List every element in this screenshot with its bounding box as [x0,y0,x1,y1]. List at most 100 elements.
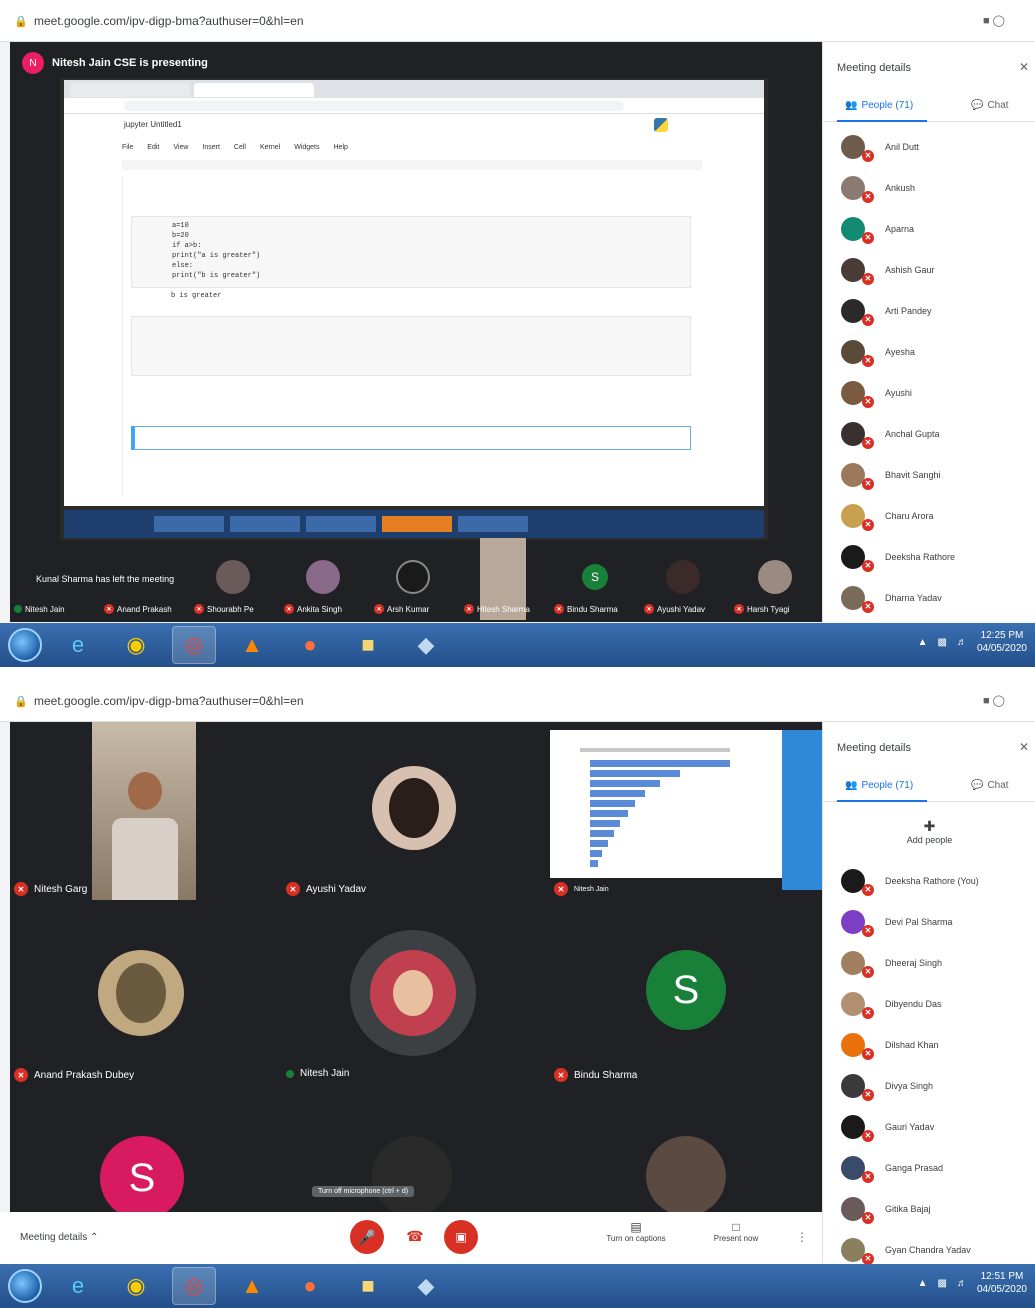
address-bar[interactable]: 🔒 meet.google.com/ipv-digp-bma?authuser=… [0,680,1035,722]
clock[interactable]: 12:25 PM 04/05/2020 [977,629,1027,655]
code-cell-1[interactable]: a=10 b=20 if a>b: print("a is greater") … [131,216,691,288]
url-text: meet.google.com/ipv-digp-bma?authuser=0&… [34,693,304,708]
mic-off-icon: ✕ [862,1211,874,1224]
firefox-icon[interactable]: ● [288,626,332,664]
tab-people[interactable]: 👥 People (71) [845,780,913,791]
system-tray: ▲ ▩ ♬ 12:25 PM 04/05/2020 [918,629,1027,655]
avatar-tile-7: S [100,1136,184,1220]
participant-row[interactable]: ✕ Deeksha Rathore (You) [823,860,1035,901]
ie-icon[interactable]: e [56,1267,100,1305]
camera-off-button[interactable]: ▣ [444,1220,478,1254]
present-icon: □ [732,1220,740,1234]
participant-row[interactable]: ✕ Arti Pandey [823,290,1035,331]
participant-row[interactable]: ✕ Dharna Yadav [823,577,1035,618]
strip-avatar-3 [396,560,430,594]
close-icon[interactable]: ✕ [1019,740,1029,754]
code-cell-active[interactable] [131,426,691,450]
tab-chat[interactable]: 💬 Chat [971,100,1009,111]
tray-volume-icon[interactable]: ♬ [957,637,967,648]
start-button[interactable] [8,628,42,662]
participant-row[interactable]: ✕ Charu Arora [823,495,1035,536]
mic-off-icon: ✕ [862,436,874,449]
present-now-button[interactable]: □ Present now [696,1220,776,1243]
participant-row[interactable]: ✕ Ankush [823,167,1035,208]
menu-edit[interactable]: Edit [147,144,159,151]
chrome-icon[interactable]: ◎ [172,626,216,664]
tray-network-icon[interactable]: ▩ [937,1278,946,1289]
firefox-icon[interactable]: ● [288,1267,332,1305]
panel-title: Meeting details [837,742,911,754]
menu-file[interactable]: File [122,144,133,151]
meet-grid: ✕ Nitesh Garg ✕ Ayushi Yadav ✕ Nitesh Ja… [10,722,822,1220]
presenting-banner: N Nitesh Jain CSE is presenting [22,52,208,74]
folder-icon[interactable]: ■ [346,1267,390,1305]
participant-row[interactable]: ✕ Ayesha [823,331,1035,372]
participant-name: Dheeraj Singh [885,957,943,968]
mic-off-icon: ✕ [862,1129,874,1142]
meeting-details-panel: Meeting details ✕ 👥 People (71) 💬 Chat ✚ A… [822,722,1035,1265]
captions-button[interactable]: ▤ Turn on captions [596,1220,676,1243]
more-options-icon[interactable]: ⋮ [796,1230,808,1244]
media-icon[interactable]: ◉ [114,1267,158,1305]
media-icon[interactable]: ◉ [114,626,158,664]
menu-help[interactable]: Help [334,144,348,151]
code-cell-2[interactable] [131,316,691,376]
menu-widgets[interactable]: Widgets [294,144,319,151]
participant-row[interactable]: ✕ Aparna [823,208,1035,249]
tab-chat[interactable]: 💬 Chat [971,780,1009,791]
participant-row[interactable]: ✕ Ashish Gaur [823,249,1035,290]
close-icon[interactable]: ✕ [1019,60,1029,74]
mic-off-button[interactable]: 🎤 [350,1220,384,1254]
participant-row[interactable]: ✕ Gauri Yadav [823,1106,1035,1147]
participant-name: Deeksha Rathore (You) [885,875,979,886]
folder-icon[interactable]: ■ [346,626,390,664]
participant-row[interactable]: ✕ Devi Pal Sharma [823,901,1035,942]
tray-arrow-icon[interactable]: ▲ [918,637,928,648]
participant-name: Arti Pandey [885,305,932,316]
network-app-icon[interactable]: ◆ [404,626,448,664]
participant-row[interactable]: ✕ Ayushi [823,372,1035,413]
address-bar[interactable]: 🔒 meet.google.com/ipv-digp-bma?authuser=… [0,0,1035,42]
participant-row[interactable]: ✕ Anil Dutt [823,126,1035,167]
clock[interactable]: 12:51 PM 04/05/2020 [977,1270,1027,1296]
participant-row[interactable]: ✕ Gitika Bajaj [823,1188,1035,1229]
start-button[interactable] [8,1269,42,1303]
tray-volume-icon[interactable]: ♬ [957,1278,967,1289]
menu-cell[interactable]: Cell [234,144,246,151]
vlc-icon[interactable]: ▲ [230,1267,274,1305]
mic-off-icon: ✕ [286,882,300,896]
participant-row[interactable]: ✕ Ganga Prasad [823,1147,1035,1188]
add-people-button[interactable]: ✚ Add people [823,818,1035,845]
tray-arrow-icon[interactable]: ▲ [918,1278,928,1289]
vlc-icon[interactable]: ▲ [230,626,274,664]
add-person-icon: ✚ [923,818,936,834]
camera-icon[interactable]: ■ ◯ [983,14,1005,27]
network-app-icon[interactable]: ◆ [404,1267,448,1305]
avatar: ✕ [841,298,874,326]
participant-row[interactable]: ✕ Dheeraj Singh [823,942,1035,983]
menu-view[interactable]: View [173,144,188,151]
participant-name: Ganga Prasad [885,1162,944,1173]
mic-off-icon: ✕ [554,882,568,896]
menu-kernel[interactable]: Kernel [260,144,280,151]
jupyter-menu: File Edit View Insert Cell Kernel Widget… [122,144,348,151]
chrome-icon[interactable]: ◎ [172,1267,216,1305]
camera-icon[interactable]: ■ ◯ [983,694,1005,707]
mic-off-icon: ✕ [862,883,874,896]
hangup-button[interactable]: ☎ [404,1228,426,1244]
ie-icon[interactable]: e [56,626,100,664]
menu-insert[interactable]: Insert [202,144,220,151]
strip-avatar-7 [758,560,792,594]
participant-row[interactable]: ✕ Anchal Gupta [823,413,1035,454]
tray-network-icon[interactable]: ▩ [937,637,946,648]
tab-people[interactable]: 👥 People (71) [845,100,913,111]
participant-row[interactable]: ✕ Divya Singh [823,1065,1035,1106]
participant-row[interactable]: ✕ Deeksha Rathore [823,536,1035,577]
participant-list: ✕ Deeksha Rathore (You) ✕ Devi Pal Sharma ✕ D… [823,860,1035,1270]
meeting-details-toggle[interactable]: Meeting details ⌃ [20,1232,98,1243]
mic-off-icon: ✕ [862,1047,874,1060]
participant-row[interactable]: ✕ Dibyendu Das [823,983,1035,1024]
url-text: meet.google.com/ipv-digp-bma?authuser=0&… [34,13,304,28]
participant-row[interactable]: ✕ Dilshad Khan [823,1024,1035,1065]
participant-row[interactable]: ✕ Bhavit Sanghi [823,454,1035,495]
